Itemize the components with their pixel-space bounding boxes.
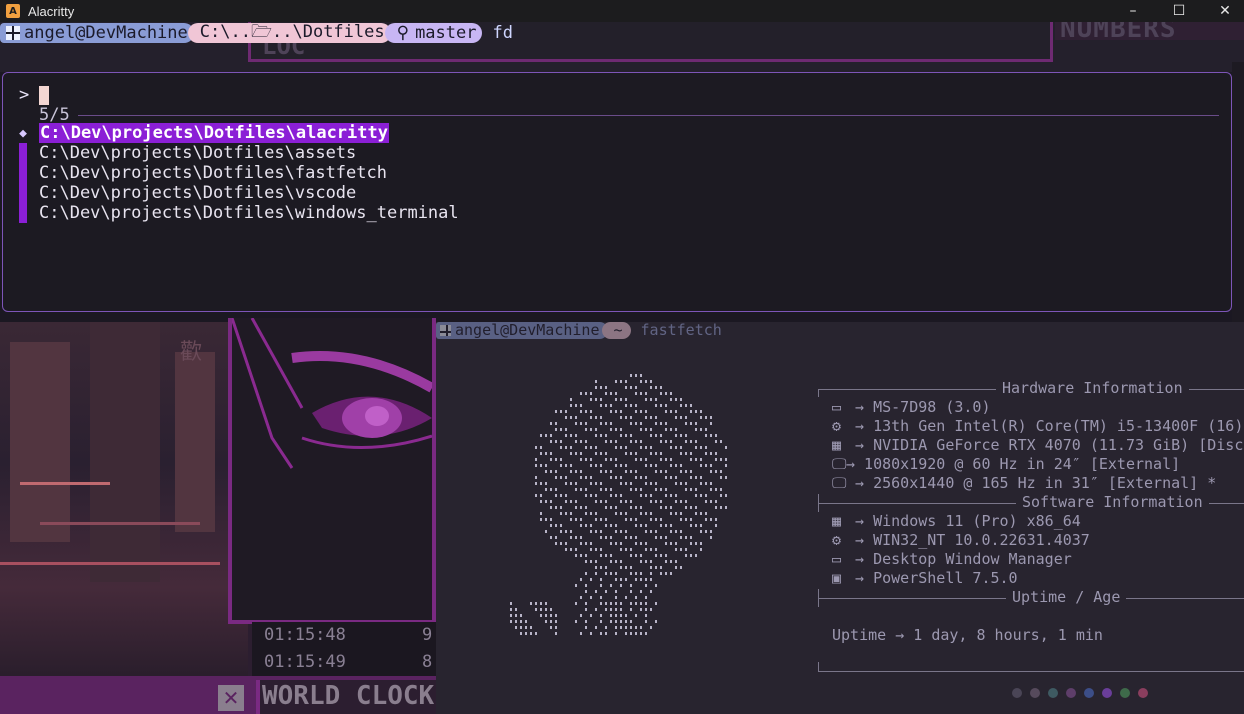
section-divider <box>818 662 819 672</box>
software-row: ▭ → Desktop Window Manager <box>832 550 1072 568</box>
prompt-home: ~ <box>613 321 623 339</box>
window-titlebar[interactable]: A Alacritty <box>0 0 1244 22</box>
palette-dot <box>1084 688 1094 698</box>
prompt-user: angel@DevMachine <box>455 321 600 339</box>
separator-line <box>77 114 1219 116</box>
hardware-row: ▦ → NVIDIA GeForce RTX 4070 (11.73 GiB) … <box>832 436 1244 454</box>
result-gutter <box>19 163 27 183</box>
prompt-branch: master <box>415 23 477 43</box>
software-row: ⚙ → WIN32_NT 10.0.22631.4037 <box>832 531 1090 549</box>
terminal-icon: ▣ <box>832 569 842 587</box>
anime-eye-illustration <box>232 318 432 469</box>
git-branch-icon: ⚲ <box>396 23 410 43</box>
query-prompt-symbol: > <box>19 85 30 105</box>
clock-digit: 8 <box>422 652 433 672</box>
kanji-sign: 歡 <box>180 340 203 365</box>
match-count: 5/5 <box>39 105 70 125</box>
uptime-value: → 1 day, 8 hours, 1 min <box>895 626 1103 644</box>
hardware-row: ⚙ → 13th Gen Intel(R) Core(TM) i5-13400F… <box>832 417 1244 435</box>
world-clock-title: WORLD CLOCK <box>262 681 435 711</box>
prompt-user-segment: angel@DevMachine <box>0 23 194 43</box>
palette-dot <box>1102 688 1112 698</box>
result-item[interactable]: C:\Dev\projects\Dotfiles\windows_termina… <box>19 203 719 223</box>
fastfetch-prompt: angel@DevMachine ~ fastfetch <box>436 321 722 339</box>
result-gutter <box>19 183 27 203</box>
wallpaper-city-art: 歡 <box>0 322 248 676</box>
match-count-row: 5/5 <box>39 105 1219 125</box>
background-edge <box>1232 62 1244 332</box>
monitor-icon: 🖵 <box>832 455 847 473</box>
laptop-icon: ▭ <box>832 398 842 416</box>
cpu-icon: ⚙ <box>832 417 842 435</box>
fuzzy-finder-panel[interactable]: > 5/5 ◆ C:\Dev\projects\Dotfiles\alacrit… <box>2 72 1232 312</box>
result-item-selected[interactable]: ◆ C:\Dev\projects\Dotfiles\alacritty <box>19 123 719 143</box>
fuzzy-query-line[interactable]: > <box>19 85 50 105</box>
prompt-git-segment: ⚲ master <box>384 23 483 43</box>
minimize-button[interactable]: – <box>1110 0 1156 22</box>
maximize-button[interactable]: ☐ <box>1156 0 1202 22</box>
result-item[interactable]: C:\Dev\projects\Dotfiles\fastfetch <box>19 163 719 183</box>
windows-logo-icon <box>6 26 20 40</box>
result-path: C:\Dev\projects\Dotfiles\alacritty <box>39 123 389 143</box>
shell-prompt: angel@DevMachine C:\..🗁..\Dotfiles ⚲ mas… <box>0 22 513 44</box>
hardware-row: ▭ → MS-7D98 (3.0) <box>832 398 991 416</box>
selection-marker-icon: ◆ <box>19 125 27 141</box>
terminal-color-palette <box>1012 688 1148 698</box>
palette-dot <box>1120 688 1130 698</box>
software-section-header: Software Information <box>1016 493 1209 511</box>
hardware-section-header: Hardware Information <box>996 379 1189 397</box>
windows-icon: ▦ <box>832 512 842 530</box>
prompt-path-segment: C:\..🗁..\Dotfiles <box>187 22 391 43</box>
software-row: ▣ → PowerShell 7.5.0 <box>832 569 1018 587</box>
section-divider <box>818 494 819 512</box>
uptime-section-header: Uptime / Age <box>1006 588 1127 606</box>
clock-time: 01:15:48 <box>264 625 346 645</box>
prompt-command: fd <box>492 23 513 43</box>
result-path: C:\Dev\projects\Dotfiles\windows_termina… <box>39 203 459 223</box>
palette-dot <box>1030 688 1040 698</box>
clock-digit: 9 <box>422 625 433 645</box>
palette-dot <box>1012 688 1022 698</box>
text-cursor <box>39 85 50 105</box>
window-title: Alacritty <box>28 3 75 19</box>
widget-close-icon[interactable]: ✕ <box>218 685 244 711</box>
result-path: C:\Dev\projects\Dotfiles\assets <box>39 143 357 163</box>
window-manager-icon: ▭ <box>832 550 842 568</box>
gear-icon: ⚙ <box>832 531 842 549</box>
result-gutter <box>19 143 27 163</box>
section-divider <box>818 589 819 607</box>
uptime-label: Uptime <box>832 626 887 644</box>
palette-dot <box>1066 688 1076 698</box>
prompt-home-segment: ~ <box>601 321 631 339</box>
section-divider <box>818 389 819 397</box>
software-row: ▦ → Windows 11 (Pro) x86_64 <box>832 512 1081 530</box>
prompt-user-segment: angel@DevMachine <box>436 321 608 339</box>
hardware-row: 🖵 → 2560x1440 @ 165 Hz in 31″ [External]… <box>832 474 1217 492</box>
anime-art-frame <box>228 318 436 624</box>
result-gutter <box>19 203 27 223</box>
result-item[interactable]: C:\Dev\projects\Dotfiles\assets <box>19 143 719 163</box>
ascii-art-logo <box>510 374 727 635</box>
monitor-icon: 🖵 <box>832 474 847 492</box>
close-button[interactable]: ✕ <box>1202 0 1244 22</box>
prompt-command: fastfetch <box>640 321 722 339</box>
windows-logo-icon <box>440 324 451 336</box>
section-divider <box>818 671 1244 672</box>
clock-time: 01:15:49 <box>264 652 346 672</box>
alacritty-app-icon: A <box>6 4 20 18</box>
hardware-row: 🖵→ 1080x1920 @ 60 Hz in 24″ [External] <box>832 455 1181 473</box>
gpu-icon: ▦ <box>832 436 842 454</box>
palette-dot <box>1138 688 1148 698</box>
result-item[interactable]: C:\Dev\projects\Dotfiles\vscode <box>19 183 719 203</box>
prompt-path: C:\..🗁..\Dotfiles <box>199 21 385 42</box>
uptime-row: Uptime → 1 day, 8 hours, 1 min <box>832 626 1103 644</box>
result-path: C:\Dev\projects\Dotfiles\vscode <box>39 183 357 203</box>
palette-dot <box>1048 688 1058 698</box>
prompt-user: angel@DevMachine <box>24 23 188 43</box>
result-path: C:\Dev\projects\Dotfiles\fastfetch <box>39 163 387 183</box>
